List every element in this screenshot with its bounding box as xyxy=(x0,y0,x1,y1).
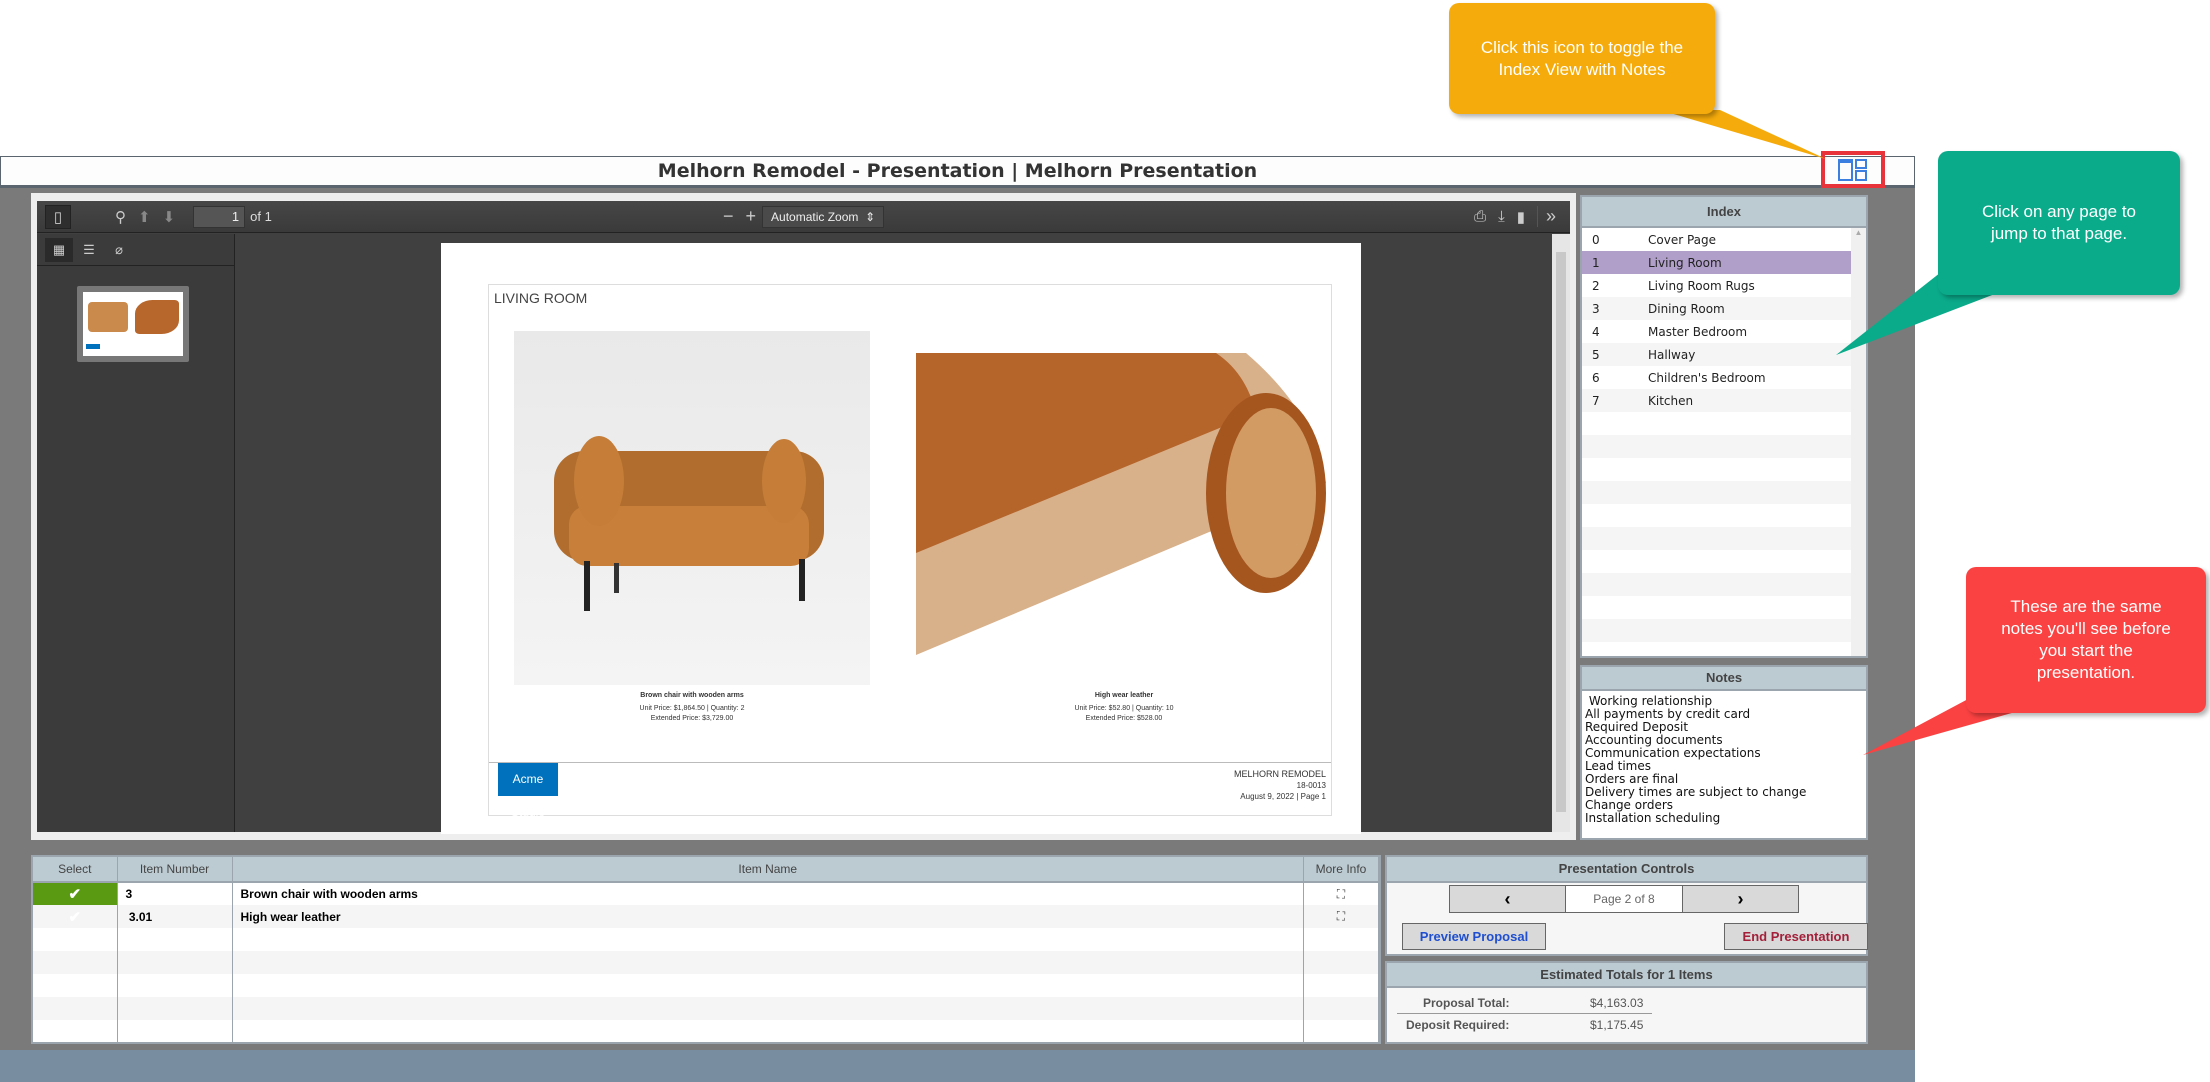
index-callout: Click on any page to jump to that page. xyxy=(1938,151,2180,295)
toggle-callout: Click this icon to toggle the Index View… xyxy=(1449,3,1715,114)
callout-pointers xyxy=(1660,110,2040,755)
notes-callout: These are the same notes you'll see befo… xyxy=(1966,567,2206,713)
orange-pointer xyxy=(1660,110,1826,159)
